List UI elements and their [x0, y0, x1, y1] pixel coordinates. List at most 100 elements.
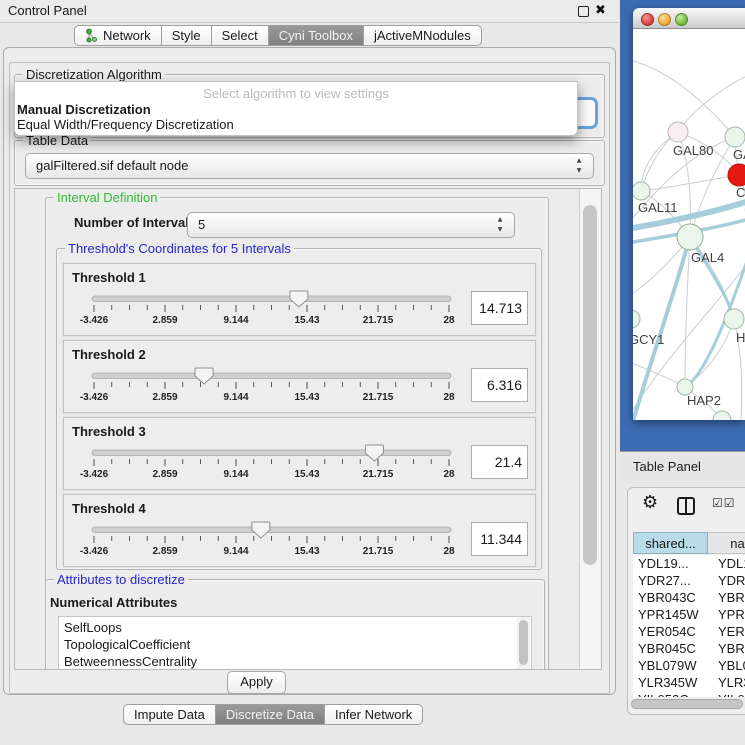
cell-name: YBR0 — [708, 589, 745, 606]
threshold-value-field[interactable]: 21.4 — [471, 445, 528, 479]
tab-discretize-data[interactable]: Discretize Data — [216, 704, 325, 725]
table-data-combobox[interactable]: galFiltered.sif default node ▲▼ — [25, 153, 594, 179]
float-window-icon[interactable] — [578, 6, 589, 17]
numerical-attributes-list[interactable]: SelfLoopsTopologicalCoefficientBetweenne… — [58, 616, 532, 670]
attribute-list-item[interactable]: TopologicalCoefficient — [59, 636, 531, 653]
columns-icon[interactable] — [677, 497, 695, 515]
gal4-node[interactable] — [677, 224, 703, 250]
attributes-scrollbar[interactable] — [517, 617, 530, 670]
threshold-value-field[interactable]: 6.316 — [471, 368, 528, 402]
close-traffic-light[interactable] — [641, 13, 654, 26]
scrollbar-thumb[interactable] — [519, 620, 528, 665]
threshold-slider[interactable]: -3.4262.8599.14415.4321.71528 — [78, 367, 478, 409]
node-label: GA — [733, 147, 745, 162]
column-header-name[interactable]: na — [708, 532, 745, 554]
column-header-shared-name[interactable]: shared... — [633, 532, 708, 554]
checkboxes-icon[interactable]: ☑☑ — [712, 496, 736, 510]
network-icon — [85, 28, 98, 43]
tab-select[interactable]: Select — [212, 25, 269, 46]
threshold-label: Threshold 4 — [72, 501, 146, 516]
number-of-intervals-value: 5 — [198, 217, 205, 232]
cell-shared-name: YPR145W — [633, 606, 708, 623]
dropdown-option-manual[interactable]: Manual Discretization — [15, 102, 577, 117]
cell-name: YDR2 — [708, 572, 745, 589]
threshold-slider[interactable]: -3.4262.8599.14415.4321.71528 — [78, 444, 478, 486]
tab-cyni-toolbox[interactable]: Cyni Toolbox — [269, 25, 364, 46]
apply-button[interactable]: Apply — [227, 671, 286, 694]
slider-handle[interactable] — [365, 445, 383, 461]
table-row[interactable]: YBL079WYBL0 — [633, 657, 745, 674]
network-window-titlebar[interactable] — [633, 8, 745, 29]
node-label: GAL80 — [673, 143, 713, 158]
gear-icon[interactable]: ⚙ — [642, 492, 658, 513]
slider-handle[interactable] — [195, 368, 213, 384]
table-row[interactable]: YLR345WYLR3 — [633, 674, 745, 691]
cell-name: YER0 — [708, 623, 745, 640]
svg-text:15.43: 15.43 — [294, 546, 319, 557]
threshold-value-field[interactable]: 11.344 — [471, 522, 528, 556]
table-row[interactable]: YER054CYER0 — [633, 623, 745, 640]
table-row[interactable]: YBR045CYBR0 — [633, 640, 745, 657]
tab-network[interactable]: Network — [74, 25, 162, 46]
threshold-slider[interactable]: -3.4262.8599.14415.4321.71528 — [78, 521, 478, 563]
threshold-row: Threshold 3-3.4262.8599.14415.4321.71528… — [63, 417, 536, 490]
table-panel: ⚙ ☑☑ shared... na YDL19...YDL1YDR27...YD… — [627, 487, 745, 715]
table-row[interactable]: YBR043CYBR0 — [633, 589, 745, 606]
thresholds-group-label: Threshold's Coordinates for 5 Intervals — [65, 241, 294, 256]
svg-text:-3.426: -3.426 — [80, 546, 109, 557]
numerical-attributes-label: Numerical Attributes — [50, 595, 177, 610]
settings-scrollpane: Interval Definition Number of Intervals … — [14, 188, 602, 670]
slider-handle[interactable] — [252, 522, 270, 538]
table-row[interactable]: YIL052CYIL0 — [633, 691, 745, 697]
h-node[interactable] — [724, 309, 744, 329]
threshold-label: Threshold 1 — [72, 270, 146, 285]
combo-stepper-icon: ▲▼ — [574, 156, 584, 176]
cell-shared-name: YDL19... — [633, 555, 708, 572]
cell-shared-name: YDR27... — [633, 572, 708, 589]
zoom-traffic-light[interactable] — [675, 13, 688, 26]
svg-text:2.859: 2.859 — [152, 392, 177, 403]
scrollbar-thumb[interactable] — [631, 699, 743, 709]
scrollbar-thumb[interactable] — [583, 205, 597, 565]
top-right-node[interactable] — [725, 127, 745, 147]
threshold-slider[interactable]: -3.4262.8599.14415.4321.71528 — [78, 290, 478, 332]
close-icon[interactable]: ✖ — [595, 1, 606, 21]
settings-scrollbar[interactable] — [579, 189, 601, 669]
svg-text:9.144: 9.144 — [223, 315, 248, 326]
tab-jactivemnodules[interactable]: jActiveMNodules — [364, 25, 482, 46]
attribute-list-item[interactable]: SelfLoops — [59, 619, 531, 636]
tab-style[interactable]: Style — [162, 25, 212, 46]
thresholds-group: Threshold's Coordinates for 5 Intervals … — [56, 248, 542, 570]
tab-infer-network[interactable]: Infer Network — [325, 704, 423, 725]
svg-text:2.859: 2.859 — [152, 546, 177, 557]
cell-name: YBL0 — [708, 657, 745, 674]
table-row[interactable]: YDR27...YDR2 — [633, 572, 745, 589]
node-label: GCY1 — [633, 332, 664, 347]
panel-title: Control Panel — [8, 0, 87, 22]
gcy1-node[interactable] — [633, 310, 640, 328]
algorithm-dropdown-list: Select algorithm to view settings Manual… — [14, 81, 578, 136]
node-label: HAP2 — [687, 393, 721, 408]
slider-handle[interactable] — [290, 291, 308, 307]
threshold-row: Threshold 4-3.4262.8599.14415.4321.71528… — [63, 494, 536, 567]
number-of-intervals-combobox[interactable]: 5 ▲▼ — [187, 212, 515, 238]
grey-edge — [678, 77, 745, 132]
table-hscrollbar[interactable] — [630, 698, 745, 710]
cell-name: YLR3 — [708, 674, 745, 691]
svg-text:28: 28 — [443, 469, 455, 480]
network-canvas[interactable]: GAL80GACGAL11GAL4GCY1HHAP2 — [633, 29, 745, 420]
gal80-node[interactable] — [668, 122, 688, 142]
tab-impute-data[interactable]: Impute Data — [123, 704, 216, 725]
attribute-list-item[interactable]: BetweennessCentrality — [59, 653, 531, 670]
red-node[interactable] — [728, 164, 745, 186]
threshold-value-field[interactable]: 14.713 — [471, 291, 528, 325]
dropdown-option-equal-width[interactable]: Equal Width/Frequency Discretization — [15, 117, 577, 132]
svg-text:21.715: 21.715 — [363, 469, 394, 480]
cell-name: YIL0 — [708, 691, 745, 697]
minimize-traffic-light[interactable] — [658, 13, 671, 26]
svg-text:2.859: 2.859 — [152, 315, 177, 326]
table-row[interactable]: YPR145WYPR1 — [633, 606, 745, 623]
gal11-node[interactable] — [633, 182, 650, 200]
table-row[interactable]: YDL19...YDL1 — [633, 555, 745, 572]
cell-shared-name: YER054C — [633, 623, 708, 640]
